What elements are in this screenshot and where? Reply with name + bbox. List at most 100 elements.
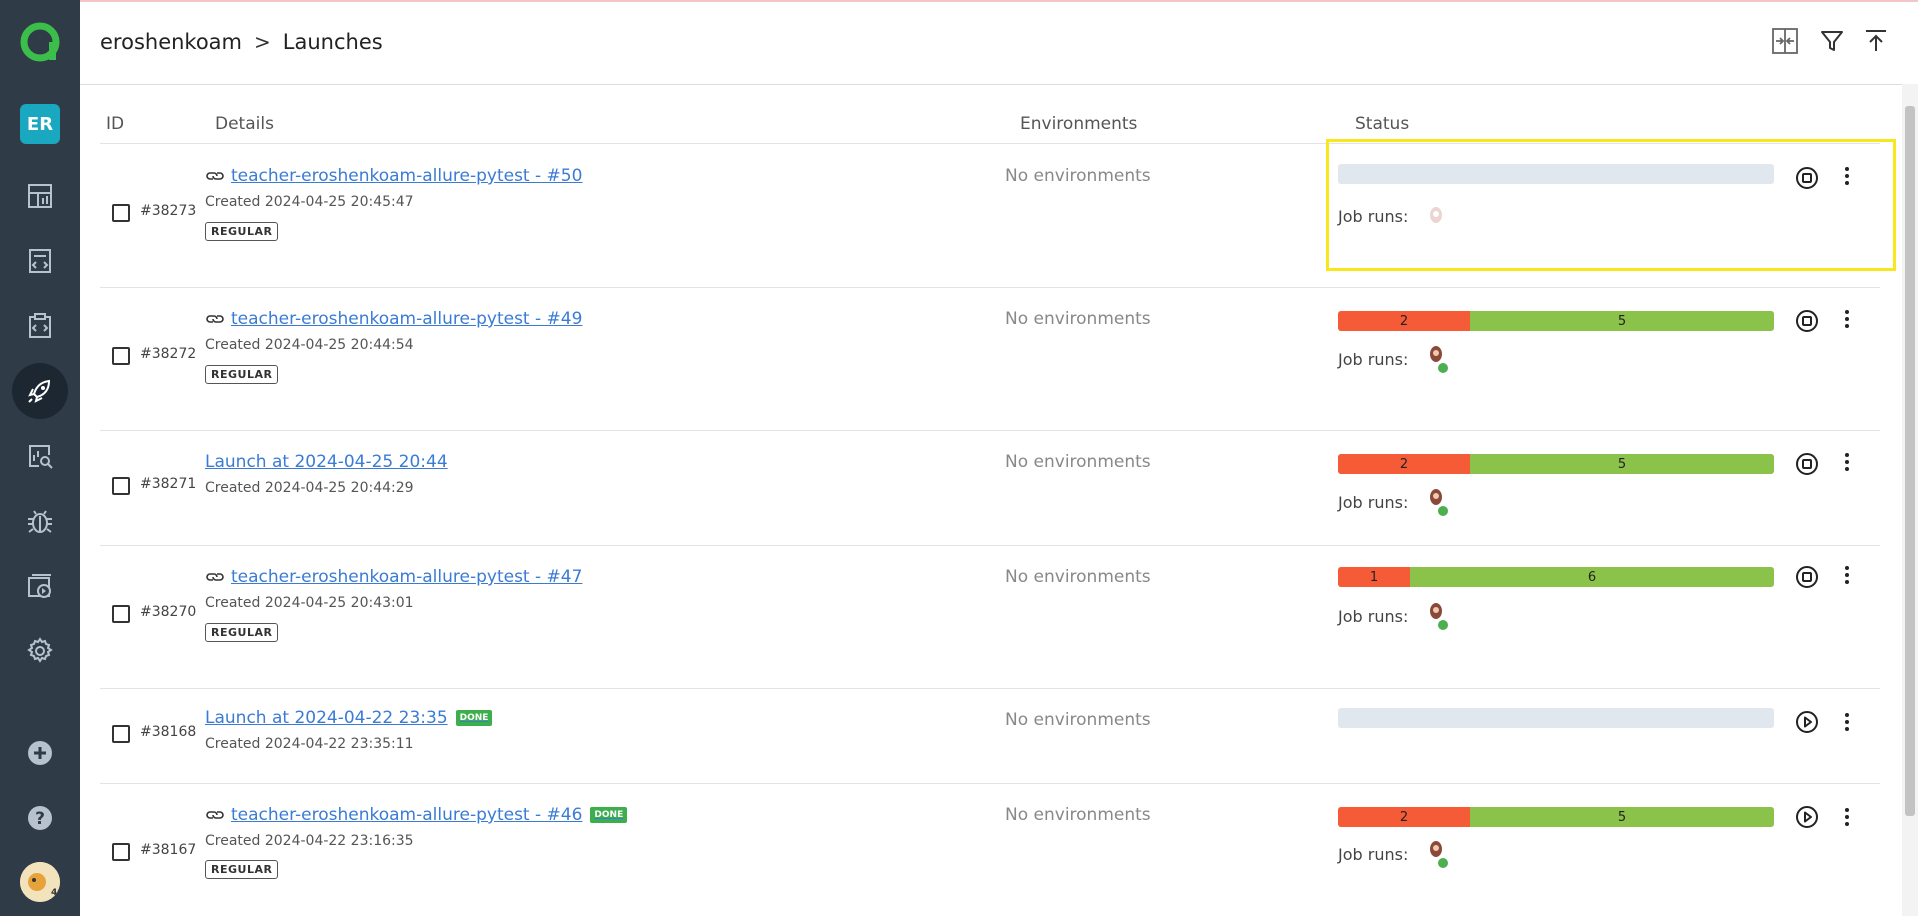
scrollbar-thumb[interactable] — [1905, 106, 1915, 816]
allure-logo-icon[interactable] — [20, 22, 60, 62]
vertical-scrollbar[interactable] — [1902, 84, 1918, 916]
dashboard-icon — [28, 184, 52, 208]
column-header-details[interactable]: Details — [215, 114, 274, 134]
sidebar-item-test-cases[interactable] — [12, 233, 68, 289]
launches-icon — [28, 379, 51, 403]
link-icon — [206, 573, 224, 581]
column-header-id[interactable]: ID — [106, 114, 124, 134]
table-row[interactable]: #38272 teacher-eroshenkoam-allure-pytest… — [100, 287, 1880, 431]
passed-segment: 5 — [1470, 807, 1774, 827]
filter-button[interactable] — [1815, 24, 1849, 58]
table-row[interactable]: #38271 Launch at 2024-04-25 20:44 Create… — [100, 430, 1880, 546]
play-icon[interactable] — [1794, 709, 1820, 735]
created-date: Created 2024-04-25 20:45:47 — [205, 194, 414, 210]
environments-value: No environments — [1005, 166, 1151, 186]
sidebar-item-test-plans[interactable] — [12, 298, 68, 354]
launch-title-link[interactable]: teacher-eroshenkoam-allure-pytest - #49 — [205, 309, 582, 329]
job-run-status-dot — [1438, 363, 1448, 373]
sidebar-item-defects[interactable] — [12, 493, 68, 549]
settings-icon — [27, 637, 53, 663]
launch-title-link[interactable]: Launch at 2024-04-22 23:35 DONE — [205, 708, 493, 728]
link-icon — [206, 811, 224, 819]
link-icon — [206, 315, 224, 323]
row-checkbox[interactable] — [112, 725, 130, 743]
launch-title[interactable]: Launch at 2024-04-22 23:35 — [205, 708, 448, 728]
row-checkbox[interactable] — [112, 347, 130, 365]
created-date: Created 2024-04-25 20:44:29 — [205, 480, 414, 496]
breadcrumb-separator: > — [254, 30, 271, 54]
sidebar: ER ? 40 — [0, 0, 80, 916]
plus-circle-icon — [28, 741, 52, 765]
environments-value: No environments — [1005, 710, 1151, 730]
status-progress-bar[interactable]: 2 5 — [1338, 807, 1774, 827]
table-row[interactable]: #38270 teacher-eroshenkoam-allure-pytest… — [100, 545, 1880, 689]
status-progress-bar[interactable]: 1 6 — [1338, 567, 1774, 587]
environments-value: No environments — [1005, 567, 1151, 587]
stop-icon[interactable] — [1794, 451, 1820, 477]
column-header-status[interactable]: Status — [1355, 114, 1409, 134]
defects-icon — [28, 510, 52, 533]
job-run-status-dot — [1438, 506, 1448, 516]
filter-icon — [1821, 31, 1843, 51]
environments-value: No environments — [1005, 452, 1151, 472]
user-avatar[interactable]: 40 — [20, 862, 60, 902]
job-run-status-dot — [1438, 620, 1448, 630]
sidebar-create-button[interactable] — [12, 725, 68, 781]
sidebar-item-jobs[interactable] — [12, 558, 68, 614]
breadcrumb-current-page: Launches — [282, 30, 383, 54]
stop-icon[interactable] — [1794, 308, 1820, 334]
status-progress-bar[interactable]: 2 5 — [1338, 454, 1774, 474]
status-progress-bar[interactable]: 2 5 — [1338, 311, 1774, 331]
more-options-icon[interactable] — [1840, 565, 1854, 585]
launch-id: #38168 — [140, 724, 197, 740]
created-date: Created 2024-04-25 20:43:01 — [205, 595, 414, 611]
sidebar-help-button[interactable]: ? — [12, 790, 68, 846]
launch-id: #38272 — [140, 346, 197, 362]
row-checkbox[interactable] — [112, 204, 130, 222]
job-runs-label: Job runs: — [1338, 350, 1409, 369]
launch-title-link[interactable]: Launch at 2024-04-25 20:44 — [205, 452, 448, 472]
row-checkbox[interactable] — [112, 605, 130, 623]
breadcrumb: eroshenkoam > Launches — [100, 30, 383, 54]
project-avatar[interactable]: ER — [20, 104, 60, 144]
compare-button[interactable] — [1768, 24, 1802, 58]
launch-title-link[interactable]: teacher-eroshenkoam-allure-pytest - #46 … — [205, 805, 628, 825]
play-icon[interactable] — [1794, 804, 1820, 830]
jobs-icon — [28, 574, 51, 598]
failed-segment: 2 — [1338, 454, 1470, 474]
done-badge: DONE — [590, 807, 628, 823]
sidebar-item-launches[interactable] — [12, 363, 68, 419]
help-icon: ? — [28, 806, 52, 830]
test-cases-icon — [29, 249, 51, 273]
link-icon — [206, 172, 224, 180]
sidebar-item-analytics[interactable] — [12, 428, 68, 484]
passed-segment: 5 — [1470, 454, 1774, 474]
launch-title[interactable]: Launch at 2024-04-25 20:44 — [205, 452, 448, 472]
column-header-environments[interactable]: Environments — [1020, 114, 1137, 134]
launch-title-link[interactable]: teacher-eroshenkoam-allure-pytest - #47 — [205, 567, 582, 587]
scroll-to-top-button[interactable] — [1859, 24, 1893, 58]
sidebar-item-settings[interactable] — [12, 623, 68, 679]
launch-title[interactable]: teacher-eroshenkoam-allure-pytest - #46 — [231, 805, 582, 825]
table-row[interactable]: #38168 Launch at 2024-04-22 23:35 DONE C… — [100, 688, 1880, 784]
job-runs-label: Job runs: — [1338, 845, 1409, 864]
launch-id: #38167 — [140, 842, 197, 858]
more-options-icon[interactable] — [1840, 309, 1854, 329]
more-options-icon[interactable] — [1840, 452, 1854, 472]
more-options-icon[interactable] — [1840, 712, 1854, 732]
analytics-icon — [29, 445, 53, 469]
sidebar-item-dashboards[interactable] — [12, 168, 68, 224]
more-options-icon[interactable] — [1840, 807, 1854, 827]
stop-icon[interactable] — [1794, 564, 1820, 590]
table-row[interactable]: #38167 teacher-eroshenkoam-allure-pytest… — [100, 783, 1880, 916]
launch-title-link[interactable]: teacher-eroshenkoam-allure-pytest - #50 — [205, 166, 582, 186]
row-checkbox[interactable] — [112, 843, 130, 861]
created-date: Created 2024-04-22 23:35:11 — [205, 736, 414, 752]
launch-title[interactable]: teacher-eroshenkoam-allure-pytest - #49 — [231, 309, 582, 329]
launch-title[interactable]: teacher-eroshenkoam-allure-pytest - #47 — [231, 567, 582, 587]
failed-segment: 1 — [1338, 567, 1410, 587]
breadcrumb-project[interactable]: eroshenkoam — [100, 30, 242, 54]
row-checkbox[interactable] — [112, 477, 130, 495]
launch-tag: REGULAR — [205, 222, 279, 241]
launch-title[interactable]: teacher-eroshenkoam-allure-pytest - #50 — [231, 166, 582, 186]
